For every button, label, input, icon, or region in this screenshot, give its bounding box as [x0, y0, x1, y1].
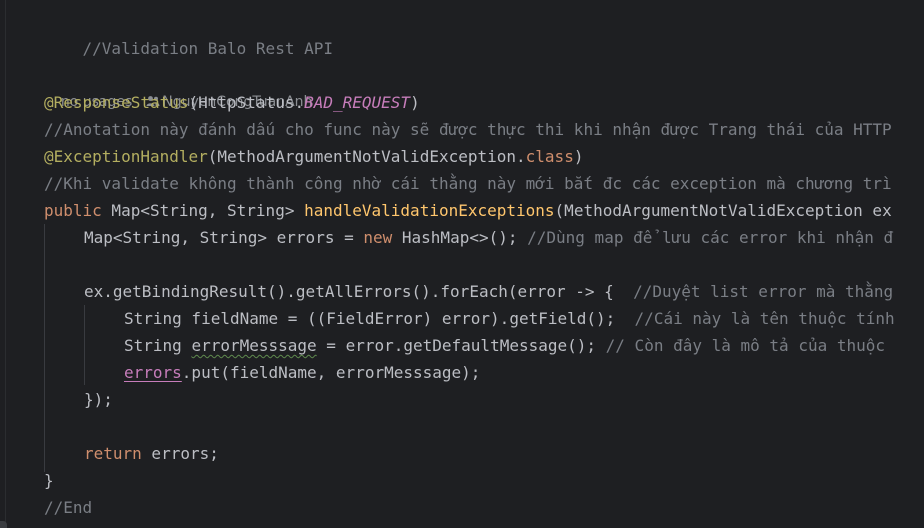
static-constant: BAD_REQUEST — [304, 93, 411, 112]
comment-text: //Duyệt list error mà thằng — [633, 282, 894, 301]
code-token: ) — [573, 147, 584, 166]
editor-gutter-border — [5, 0, 6, 528]
code-token: errors; — [141, 444, 219, 463]
comment-text: //Khi validate không thành công nhờ cái … — [44, 174, 892, 193]
code-line-close-lambda[interactable]: }); — [84, 386, 113, 413]
code-token: }); — [84, 390, 113, 409]
code-token: Map<String, String> — [101, 201, 305, 220]
code-token: ) — [410, 93, 420, 112]
keyword: public — [44, 201, 102, 220]
code-line-error-message[interactable]: String errorMesssage = error.getDefaultM… — [124, 332, 885, 359]
code-vision-hint[interactable]: no usages NguyenCongTuanAnh — [43, 62, 313, 110]
keyword: class — [525, 147, 574, 166]
annotation: @ExceptionHandler — [44, 147, 208, 166]
code-token: HashMap<>(); — [392, 228, 528, 247]
code-token: ex.getBindingResult().getAllErrors().for… — [84, 282, 634, 301]
code-line-comment-validate[interactable]: //Khi validate không thành công nhờ cái … — [44, 170, 892, 197]
code-line-put[interactable]: errors.put(fieldName, errorMesssage); — [124, 359, 480, 386]
comment-text: // Còn đây là mô tả của thuộc — [605, 336, 886, 355]
code-token: String — [124, 336, 192, 355]
indent-guide — [44, 224, 45, 472]
comment-text: //Anotation này đánh dấu cho func này sẽ… — [44, 120, 892, 139]
indent-guide — [84, 305, 85, 385]
code-line-comment-end[interactable]: //End — [44, 494, 92, 521]
code-line-field-name[interactable]: String fieldName = ((FieldError) error).… — [124, 305, 895, 332]
code-token: .put(fieldName, errorMesssage); — [181, 363, 481, 382]
code-line-return[interactable]: return errors; — [84, 440, 219, 467]
code-token: = error.getDefaultMessage(); — [316, 336, 606, 355]
code-token: (MethodArgumentNotValidException ex — [554, 201, 892, 220]
keyword: return — [84, 444, 142, 463]
captured-variable: errors — [124, 363, 182, 382]
code-token: (HttpStatus. — [188, 93, 305, 112]
annotation: @ResponseStatus — [44, 93, 189, 112]
comment-text: //Validation Balo Rest API — [82, 39, 333, 58]
code-line-comment-annotation[interactable]: //Anotation này đánh dấu cho func này sẽ… — [44, 116, 892, 143]
code-token: (MethodArgumentNotValidException. — [207, 147, 526, 166]
code-line-close-method[interactable]: } — [44, 467, 54, 494]
code-token: String fieldName = ((FieldError) error).… — [124, 309, 635, 328]
window-corner — [0, 521, 7, 528]
typo-variable: errorMesssage — [191, 336, 317, 355]
comment-text: //Dùng map để lưu các error khi nhận đ — [527, 228, 894, 247]
comment-text: //End — [44, 498, 93, 517]
comment-text: //Cái này là tên thuộc tính — [634, 309, 895, 328]
code-token: } — [44, 471, 54, 490]
code-editor[interactable]: //Validation Balo Rest API no usages Nguy… — [0, 0, 924, 528]
keyword: new — [363, 228, 393, 247]
code-line-comment-title[interactable]: //Validation Balo Rest API — [44, 8, 333, 58]
code-line-foreach[interactable]: ex.getBindingResult().getAllErrors().for… — [84, 278, 893, 305]
method-name: handleValidationExceptions — [304, 201, 555, 220]
code-line-method-signature[interactable]: public Map<String, String> handleValidat… — [44, 197, 892, 224]
code-line-errors-map[interactable]: Map<String, String> errors = new HashMap… — [84, 224, 893, 251]
code-line-response-status[interactable]: @ResponseStatus(HttpStatus.BAD_REQUEST) — [44, 89, 420, 116]
code-token: Map<String, String> errors = — [84, 228, 364, 247]
code-line-exception-handler[interactable]: @ExceptionHandler(MethodArgumentNotValid… — [44, 143, 583, 170]
